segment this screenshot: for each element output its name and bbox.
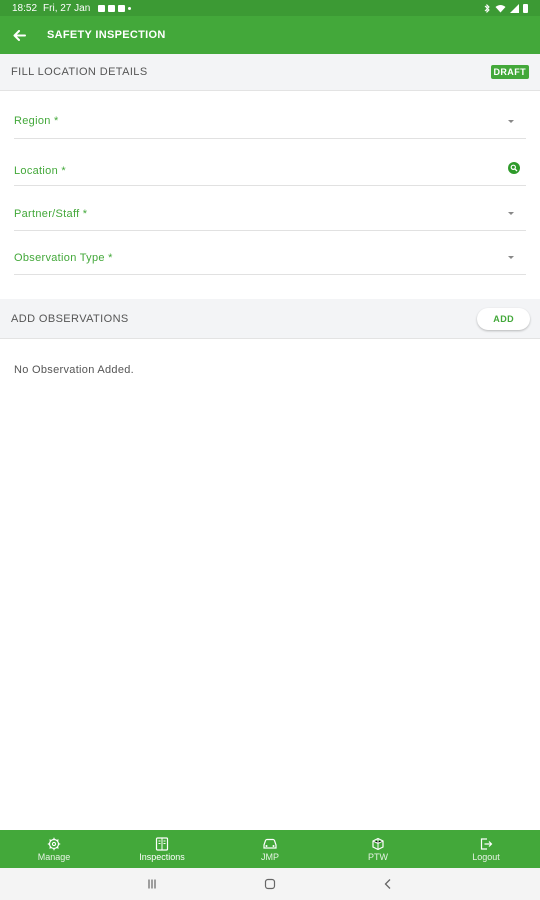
location-label: Location * — [14, 165, 66, 177]
permit-icon — [372, 837, 384, 850]
status-bar: 18:52 Fri, 27 Jan — [0, 0, 540, 16]
nav-item-manage[interactable]: Manage — [0, 830, 108, 868]
nav-label-ptw: PTW — [368, 851, 388, 862]
location-section-title: FILL LOCATION DETAILS — [11, 66, 148, 78]
gear-icon — [47, 837, 61, 850]
status-badge: DRAFT — [490, 65, 529, 79]
region-dropdown[interactable]: Region * — [14, 104, 526, 139]
logout-icon — [480, 837, 493, 850]
location-field[interactable]: Location * — [14, 151, 526, 186]
status-time: 18:52 — [12, 2, 38, 14]
mail-notification-icon — [108, 4, 116, 12]
empty-observations-text: No Observation Added. — [14, 364, 135, 376]
page-title: SAFETY INSPECTION — [47, 29, 166, 41]
status-date: Fri, 27 Jan — [43, 2, 91, 14]
location-section-header: FILL LOCATION DETAILS DRAFT — [0, 54, 540, 91]
nav-label-jmp: JMP — [261, 851, 279, 862]
add-observation-button[interactable]: ADD — [477, 307, 530, 330]
dropdown-caret-icon — [508, 212, 514, 215]
partner-staff-dropdown[interactable]: Partner/Staff * — [14, 197, 526, 231]
back-button[interactable] — [0, 16, 39, 54]
bluetooth-icon — [484, 3, 490, 13]
home-button[interactable] — [211, 878, 329, 890]
recent-apps-icon — [148, 879, 156, 889]
signal-icon — [510, 3, 519, 13]
chevron-left-icon — [384, 879, 391, 889]
bottom-nav: Manage Inspections JMP PTW Logout — [0, 830, 540, 868]
partner-staff-label: Partner/Staff * — [14, 207, 88, 220]
message-notification-icon — [118, 4, 126, 12]
recent-apps-button[interactable] — [93, 878, 211, 890]
app-bar: SAFETY INSPECTION — [0, 16, 540, 54]
nav-item-logout[interactable]: Logout — [432, 830, 540, 868]
nav-label-logout: Logout — [472, 851, 500, 862]
system-nav-bar — [0, 868, 540, 900]
nav-item-jmp[interactable]: JMP — [216, 830, 324, 868]
nav-label-manage: Manage — [37, 851, 71, 862]
observations-section-header: ADD OBSERVATIONS ADD — [0, 299, 540, 339]
gallery-notification-icon — [98, 4, 106, 12]
region-label: Region * — [14, 115, 59, 127]
wifi-icon — [495, 4, 506, 12]
nav-label-inspections: Inspections — [139, 851, 185, 862]
nav-item-ptw[interactable]: PTW — [324, 830, 432, 868]
system-back-button[interactable] — [329, 878, 447, 890]
observation-type-dropdown[interactable]: Observation Type * — [14, 241, 526, 275]
search-icon[interactable] — [508, 162, 520, 174]
more-notifications-icon — [128, 6, 132, 10]
home-icon — [264, 878, 276, 890]
nav-item-inspections[interactable]: Inspections — [108, 830, 216, 868]
car-icon — [263, 838, 277, 849]
document-icon — [155, 836, 169, 851]
observation-type-label: Observation Type * — [14, 251, 113, 264]
notification-icons — [98, 4, 132, 12]
arrow-left-icon — [13, 29, 26, 41]
battery-icon — [523, 3, 528, 13]
observations-section-title: ADD OBSERVATIONS — [11, 312, 129, 325]
dropdown-caret-icon — [508, 256, 514, 259]
dropdown-caret-icon — [508, 119, 514, 123]
